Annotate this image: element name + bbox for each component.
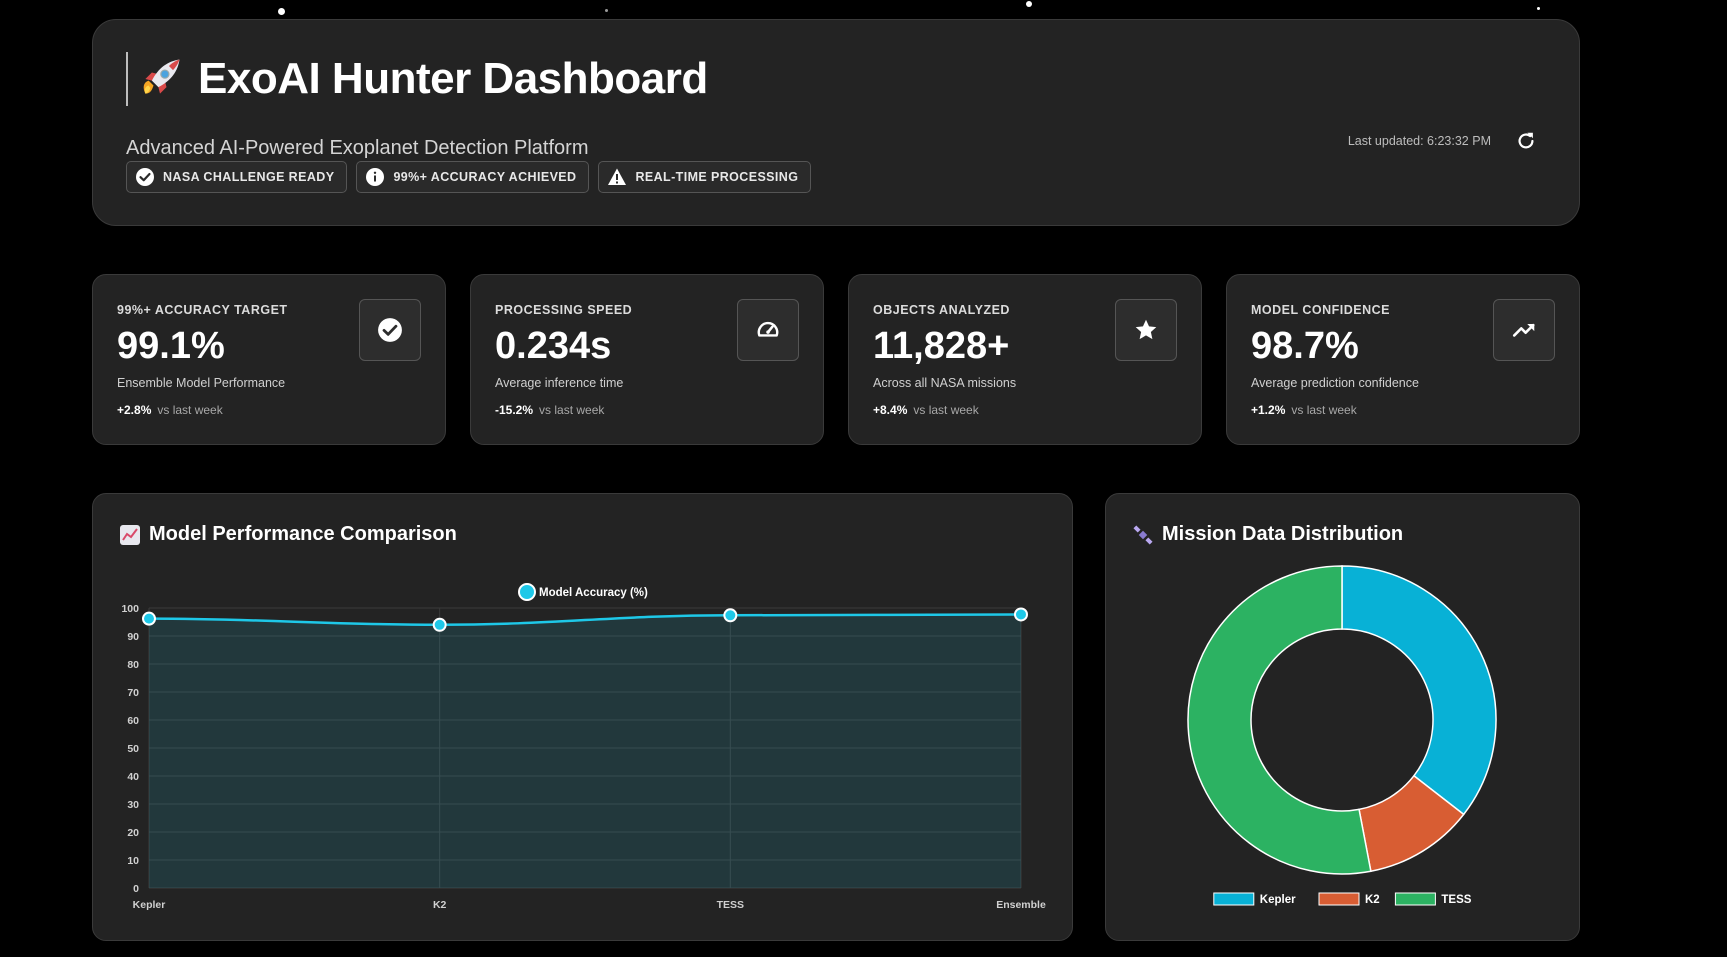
x-tick-label: Kepler <box>133 899 166 911</box>
speedometer-icon <box>757 321 779 337</box>
badge-accuracy[interactable]: 99%+ ACCURACY ACHIEVED <box>356 161 590 193</box>
stat-description: Average prediction confidence <box>1251 376 1419 390</box>
last-updated-text: Last updated: 6:23:32 PM <box>1347 134 1491 148</box>
page-title: ExoAI Hunter Dashboard <box>198 54 708 103</box>
title-divider <box>126 52 128 106</box>
legend-label: TESS <box>1441 894 1471 906</box>
header-panel: ExoAI Hunter Dashboard Advanced AI-Power… <box>92 19 1580 226</box>
stat-change-period: vs last week <box>157 403 223 417</box>
stat-change-value: +1.2% <box>1251 403 1286 417</box>
stat-card-accuracy: 99%+ ACCURACY TARGET 99.1% Ensemble Mode… <box>92 274 446 445</box>
background-star <box>278 8 285 15</box>
badge-label: NASA CHALLENGE READY <box>163 170 335 184</box>
data-point <box>723 608 738 623</box>
x-tick-label: TESS <box>717 899 744 911</box>
stat-card-confidence: MODEL CONFIDENCE 98.7% Average predictio… <box>1226 274 1580 445</box>
stat-value: 99.1% <box>117 325 225 367</box>
data-point <box>1014 607 1028 622</box>
y-tick-label: 60 <box>127 715 139 727</box>
info-icon <box>366 168 385 186</box>
stat-description: Average inference time <box>495 376 624 390</box>
legend-swatch <box>1394 892 1436 906</box>
legend-label: Kepler <box>1260 894 1296 906</box>
badge-row: NASA CHALLENGE READY 99%+ ACCURACY ACHIE… <box>126 161 812 193</box>
stat-label: PROCESSING SPEED <box>495 303 633 317</box>
check-circle-icon <box>136 168 154 186</box>
stat-change-period: vs last week <box>1291 403 1357 417</box>
stat-change: +2.8% vs last week <box>117 403 223 417</box>
background-star <box>605 9 608 12</box>
distribution-chart-panel: Mission Data Distribution Kepler K2 TESS <box>1105 493 1580 941</box>
stat-icon-box <box>1493 299 1555 361</box>
y-tick-label: 100 <box>121 603 139 615</box>
legend-label: K2 <box>1365 894 1380 906</box>
legend-marker <box>518 583 536 601</box>
stat-icon-box <box>1115 299 1177 361</box>
stat-change-period: vs last week <box>539 403 605 417</box>
data-point <box>142 611 156 626</box>
y-tick-label: 20 <box>127 827 139 839</box>
badge-label: 99%+ ACCURACY ACHIEVED <box>393 170 577 184</box>
legend-swatch <box>1318 892 1360 906</box>
y-tick-label: 90 <box>127 631 139 643</box>
donut-slice <box>1341 565 1497 816</box>
star-icon <box>1135 319 1157 340</box>
stat-label: MODEL CONFIDENCE <box>1251 303 1391 317</box>
data-point <box>432 617 447 632</box>
stat-icon-box <box>737 299 799 361</box>
stat-change-value: +2.8% <box>117 403 152 417</box>
title-row: ExoAI Hunter Dashboard <box>126 52 708 106</box>
y-tick-label: 80 <box>127 659 139 671</box>
stat-icon-box <box>359 299 421 361</box>
page-subtitle: Advanced AI-Powered Exoplanet Detection … <box>126 137 589 159</box>
performance-chart-panel: Model Performance Comparison 0 10 20 30 40 50… <box>92 493 1073 941</box>
legend-label: Model Accuracy (%) <box>539 587 648 599</box>
y-tick-label: 50 <box>127 743 139 755</box>
background-star <box>1537 7 1540 10</box>
stat-value: 98.7% <box>1251 325 1359 367</box>
series-area <box>149 614 1021 888</box>
stat-description: Ensemble Model Performance <box>117 376 286 390</box>
y-tick-label: 10 <box>127 855 139 867</box>
stat-change: +8.4% vs last week <box>873 403 979 417</box>
warning-icon <box>608 168 627 185</box>
y-tick-label: 70 <box>127 687 139 699</box>
stat-card-objects: OBJECTS ANALYZED 11,828+ Across all NASA… <box>848 274 1202 445</box>
x-tick-label: Ensemble <box>996 899 1046 911</box>
stat-card-speed: PROCESSING SPEED 0.234s Average inferenc… <box>470 274 824 445</box>
badge-label: REAL-TIME PROCESSING <box>635 170 799 184</box>
stat-change: +1.2% vs last week <box>1251 403 1357 417</box>
stat-change-value: +8.4% <box>873 403 908 417</box>
y-tick-label: 0 <box>133 883 139 895</box>
stat-change-period: vs last week <box>913 403 979 417</box>
y-tick-label: 40 <box>127 771 139 783</box>
stat-label: OBJECTS ANALYZED <box>873 303 1010 317</box>
background-star <box>1026 1 1032 7</box>
stat-value: 11,828+ <box>873 325 1010 367</box>
refresh-icon[interactable] <box>1515 130 1537 152</box>
badge-nasa-challenge[interactable]: NASA CHALLENGE READY <box>126 161 348 193</box>
stat-description: Across all NASA missions <box>873 376 1017 390</box>
line-chart: 0 10 20 30 40 50 60 70 80 90 100 Kepler K2 TESS Ensemb… <box>121 583 1046 911</box>
stat-change: -15.2% vs last week <box>495 403 604 417</box>
badge-realtime[interactable]: REAL-TIME PROCESSING <box>598 161 812 193</box>
x-tick-label: K2 <box>433 899 447 911</box>
check-circle-icon <box>378 318 402 342</box>
legend-swatch <box>1213 892 1255 906</box>
donut-chart: Kepler K2 TESS <box>1187 565 1497 906</box>
rocket-icon <box>143 59 180 94</box>
stat-label: 99%+ ACCURACY TARGET <box>117 303 288 317</box>
y-tick-label: 30 <box>127 799 139 811</box>
stat-change-value: -15.2% <box>495 403 534 417</box>
trending-up-icon <box>1512 323 1535 337</box>
stat-value: 0.234s <box>495 325 612 367</box>
